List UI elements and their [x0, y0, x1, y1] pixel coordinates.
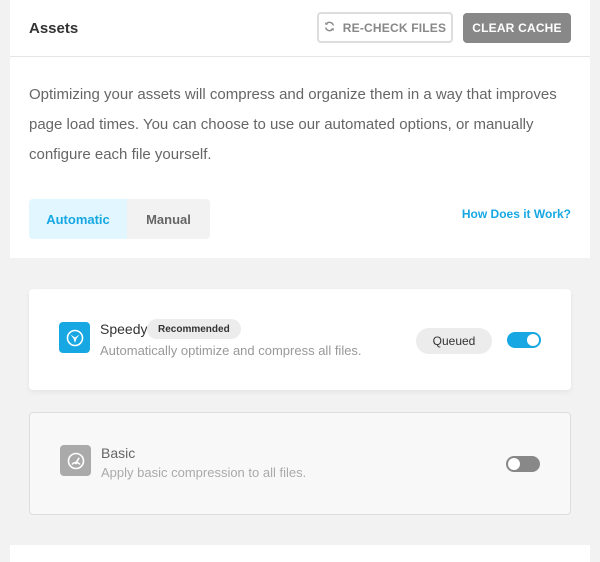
recheck-label: RE-CHECK FILES	[342, 20, 447, 35]
how-does-it-work-link[interactable]: How Does it Work?	[462, 207, 571, 221]
speedy-description: Automatically optimize and compress all …	[100, 343, 362, 358]
assets-description: Optimizing your assets will compress and…	[29, 86, 557, 163]
page-title: Assets	[29, 19, 79, 37]
tab-manual[interactable]: Manual	[127, 199, 210, 239]
speedy-title: Speedy	[100, 321, 148, 337]
clear-cache-button[interactable]: CLEAR CACHE	[463, 13, 571, 43]
basic-option-card[interactable]: Basic Apply basic compression to all fil…	[29, 412, 571, 515]
assets-panel: Assets RE-CHECK FILES CLEAR CACHE Optimi…	[10, 0, 590, 258]
recommended-badge: Recommended	[147, 319, 241, 339]
mode-tabs: Automatic Manual	[29, 199, 210, 239]
panel-header: Assets RE-CHECK FILES CLEAR CACHE	[10, 0, 590, 57]
speedy-icon	[59, 322, 90, 353]
next-panel-edge	[10, 545, 590, 562]
basic-toggle[interactable]	[506, 456, 540, 472]
tab-automatic[interactable]: Automatic	[29, 199, 127, 239]
refresh-icon	[324, 21, 335, 35]
toggle-knob	[527, 334, 539, 346]
recheck-files-button[interactable]: RE-CHECK FILES	[317, 12, 453, 43]
speedy-option-card[interactable]: Speedy Recommended Automatically optimiz…	[29, 289, 571, 390]
status-badge: Queued	[416, 328, 492, 354]
toggle-knob	[508, 458, 520, 470]
gauge-icon	[60, 445, 91, 476]
speedy-toggle[interactable]	[507, 332, 541, 348]
basic-title: Basic	[101, 445, 136, 461]
basic-description: Apply basic compression to all files.	[101, 465, 307, 480]
